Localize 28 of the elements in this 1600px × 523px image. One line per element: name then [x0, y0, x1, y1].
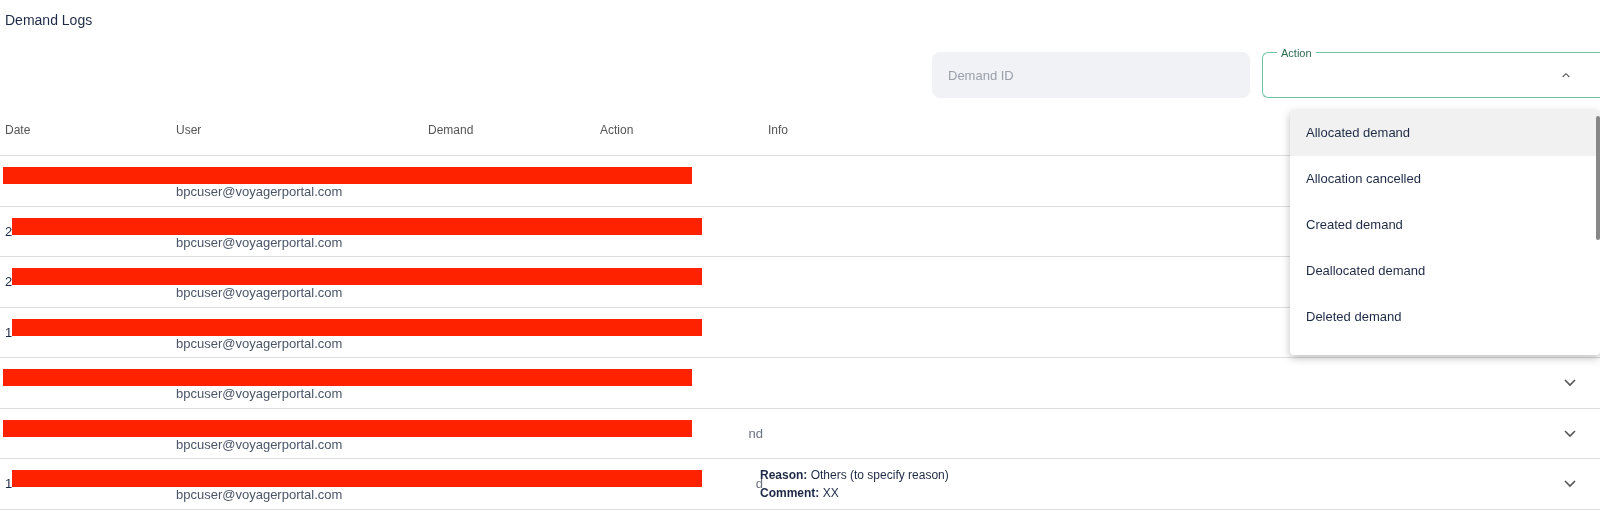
column-header: Demand [428, 122, 474, 137]
scrollbar[interactable] [1596, 116, 1600, 240]
dropdown-option[interactable]: Deallocated demand [1290, 248, 1600, 294]
date-text: 2 [5, 222, 13, 241]
user-email: bpcuser@voyagerportal.com [176, 183, 343, 201]
chevron-up-icon[interactable] [1562, 72, 1570, 78]
dropdown-option[interactable]: Created demand [1290, 202, 1600, 248]
user-email: bpcuser@voyagerportal.com [176, 385, 343, 403]
user-email: bpcuser@voyagerportal.com [176, 284, 343, 302]
chevron-down-icon[interactable] [1564, 379, 1576, 387]
chevron-down-icon[interactable] [1564, 480, 1576, 488]
column-header: User [176, 122, 202, 137]
user-email: bpcuser@voyagerportal.com [176, 486, 343, 504]
column-header: Action [600, 122, 634, 137]
date-text: 2 [5, 273, 13, 291]
dropdown-option[interactable]: Deleted demand [1290, 294, 1600, 340]
date-text: 1 [5, 323, 13, 342]
action-text: nd [747, 424, 763, 443]
user-email: bpcuser@voyagerportal.com [176, 435, 343, 454]
user-email: bpcuser@voyagerportal.com [176, 334, 343, 353]
dropdown-option[interactable]: Allocated demand [1290, 110, 1600, 156]
column-header: Info [768, 122, 788, 137]
user-email: bpcuser@voyagerportal.com [176, 233, 343, 252]
page-title: Demand Logs [5, 12, 93, 28]
demand-id-field[interactable]: Demand ID [932, 52, 1250, 98]
column-header: Date [5, 122, 31, 137]
chevron-down-icon[interactable] [1564, 429, 1576, 438]
date-text: 1 [5, 475, 13, 493]
